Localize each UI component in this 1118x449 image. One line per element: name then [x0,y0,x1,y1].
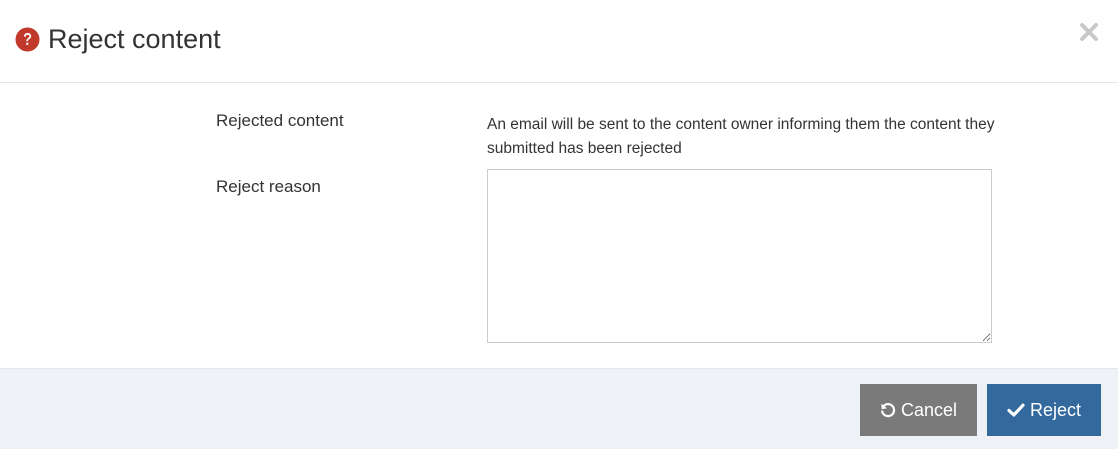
cancel-button-label: Cancel [900,399,958,420]
undo-icon [880,402,896,418]
reject-reason-textarea[interactable] [487,169,992,343]
reject-content-dialog: Reject content Rejected content An email… [0,0,1118,449]
question-circle-icon [15,27,40,52]
rejected-content-label: Rejected content [216,111,344,130]
dialog-title: Reject content [48,24,221,54]
cancel-button[interactable]: Cancel [860,384,977,436]
close-icon[interactable] [1078,21,1100,43]
dialog-body: Rejected content An email will be sent t… [0,83,1118,368]
dialog-header: Reject content [0,0,1118,83]
reject-reason-label: Reject reason [216,177,321,196]
reject-button-label: Reject [1029,399,1082,420]
rejected-content-help-text: An email will be sent to the content own… [487,116,995,157]
check-icon [1007,402,1025,418]
reject-button[interactable]: Reject [987,384,1101,436]
dialog-footer: Cancel Reject [0,368,1118,449]
